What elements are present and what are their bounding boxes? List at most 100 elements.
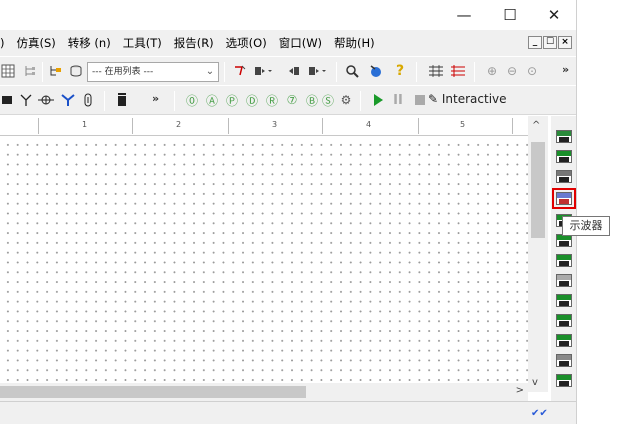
- horizontal-scrollbar[interactable]: >: [0, 383, 528, 401]
- vertical-scrollbar[interactable]: ^ v: [528, 116, 548, 392]
- magnifier-icon[interactable]: [344, 63, 360, 79]
- scroll-down-button[interactable]: v: [532, 377, 538, 388]
- pause-icon[interactable]: II: [390, 92, 406, 108]
- mdi-minimize-button[interactable]: _: [528, 36, 542, 49]
- instrument-tooltip: 示波器: [562, 216, 610, 236]
- toolbar-separator: [336, 62, 337, 82]
- grid-layout-icon[interactable]: [428, 63, 444, 79]
- menu-item-tools[interactable]: 工具(T): [117, 35, 168, 51]
- menu-item-reports[interactable]: 报告(R): [168, 35, 220, 51]
- zoom-area-icon[interactable]: ⊙: [524, 63, 540, 79]
- ladder-icon[interactable]: [80, 92, 96, 108]
- iv-analyzer-instrument[interactable]: [556, 334, 572, 347]
- ruler-tick: [228, 118, 229, 134]
- zoom-out-icon[interactable]: ⊖: [504, 63, 520, 79]
- ruler-tick: [38, 118, 39, 134]
- ruler-label: 2: [176, 120, 182, 129]
- instruments-toolbar: [551, 116, 576, 401]
- logic-converter-instrument[interactable]: [556, 314, 572, 327]
- ruler-label: 1: [82, 120, 88, 129]
- menu-item-window[interactable]: 窗口(W): [273, 35, 328, 51]
- probe-differential-icon[interactable]: Ⓓ: [244, 92, 260, 108]
- probe-ref-icon[interactable]: Ⓡ: [264, 92, 280, 108]
- erc-check-icon[interactable]: [232, 63, 248, 79]
- horizontal-ruler: 1 2 3 4 5: [0, 116, 528, 136]
- menu-item-transfer[interactable]: 转移 (n): [62, 35, 117, 51]
- menu-item-simulate[interactable]: 仿真(S): [11, 35, 62, 51]
- settings-gear-icon[interactable]: ⚙: [338, 92, 354, 108]
- probe-voltage-icon[interactable]: ⓪: [184, 92, 200, 108]
- chevron-down-icon[interactable]: ⌄: [202, 63, 218, 81]
- menu-item-options[interactable]: 选项(O): [220, 35, 273, 51]
- stop-icon[interactable]: [412, 92, 428, 108]
- distortion-analyzer-instrument[interactable]: [556, 354, 572, 367]
- title-bar: — ☐ ✕: [0, 0, 576, 30]
- ruler-label: 5: [460, 120, 466, 129]
- maximize-button[interactable]: ☐: [487, 0, 533, 30]
- ruler-label: 3: [272, 120, 278, 129]
- menu-item-partial[interactable]: ): [0, 36, 11, 50]
- desktop-edge: [576, 0, 620, 424]
- transfer-icon[interactable]: [306, 63, 328, 79]
- indicator-icon[interactable]: [0, 92, 16, 108]
- frequency-counter-instrument[interactable]: [556, 254, 572, 267]
- menu-item-help[interactable]: 帮助(H): [328, 35, 381, 51]
- close-button[interactable]: ✕: [531, 0, 577, 30]
- scroll-right-button[interactable]: >: [516, 385, 524, 396]
- probe-current-icon[interactable]: Ⓐ: [204, 92, 220, 108]
- bus-icon[interactable]: [114, 92, 130, 108]
- database-icon[interactable]: [68, 63, 84, 79]
- component-tree-icon[interactable]: [48, 63, 64, 79]
- in-use-list-combo[interactable]: --- 在用列表 --- ⌄: [87, 62, 219, 82]
- electromechanical-icon[interactable]: [38, 92, 54, 108]
- rf-icon[interactable]: [60, 92, 76, 108]
- interactive-mode-button[interactable]: ✎ Interactive: [428, 92, 507, 106]
- scroll-up-button[interactable]: ^: [532, 120, 540, 131]
- spreadsheet-icon[interactable]: [0, 63, 16, 79]
- wattmeter-instrument[interactable]: [556, 170, 572, 183]
- multimeter-instrument[interactable]: [556, 130, 572, 143]
- toolbar-separator: [42, 62, 43, 82]
- function-generator-instrument[interactable]: [556, 150, 572, 163]
- toolbar-overflow-button[interactable]: »: [562, 63, 569, 76]
- probe-power-icon[interactable]: Ⓟ: [224, 92, 240, 108]
- toolbar-separator: [360, 91, 361, 111]
- mdi-controls: _ ☐ ×: [528, 36, 572, 49]
- horizontal-scroll-thumb[interactable]: [0, 386, 306, 398]
- toolbar2-overflow-button[interactable]: »: [152, 92, 159, 105]
- forward-annotate-icon[interactable]: [286, 63, 302, 79]
- probe-digital-icon[interactable]: ⑦: [284, 92, 300, 108]
- vertical-scroll-thumb[interactable]: [531, 142, 545, 238]
- minimize-button[interactable]: —: [441, 0, 487, 30]
- app-window: — ☐ ✕ ) 仿真(S) 转移 (n) 工具(T) 报告(R) 选项(O) 窗…: [0, 0, 620, 424]
- antenna-icon[interactable]: [18, 92, 34, 108]
- toolbar-separator: [474, 62, 475, 82]
- mdi-restore-button[interactable]: ☐: [543, 36, 557, 49]
- logic-analyzer-instrument[interactable]: [556, 294, 572, 307]
- component-toolbar: » ⓪ Ⓐ Ⓟ Ⓓ Ⓡ ⑦ Ⓑ Ⓢ ⚙ II ✎ Interactive: [0, 85, 576, 115]
- ruler-tick: [322, 118, 323, 134]
- table-view-icon[interactable]: [450, 63, 466, 79]
- menu-bar: ) 仿真(S) 转移 (n) 工具(T) 报告(R) 选项(O) 窗口(W) 帮…: [0, 30, 576, 56]
- probe-scope-icon[interactable]: Ⓢ: [320, 92, 336, 108]
- back-annotate-icon[interactable]: [252, 63, 274, 79]
- word-generator-instrument[interactable]: [556, 274, 572, 287]
- toolbar-separator: [104, 91, 105, 111]
- schematic-canvas[interactable]: [0, 137, 528, 383]
- toolbar-separator: [224, 62, 225, 82]
- spectrum-analyzer-instrument[interactable]: [556, 374, 572, 387]
- probe-bus-icon[interactable]: Ⓑ: [304, 92, 320, 108]
- mdi-close-button[interactable]: ×: [558, 36, 572, 49]
- ruler-tick: [512, 118, 513, 134]
- ruler-tick: [418, 118, 419, 134]
- help-icon[interactable]: ?: [392, 63, 408, 79]
- zoom-in-icon[interactable]: ⊕: [484, 63, 500, 79]
- interactive-label: Interactive: [441, 92, 507, 106]
- status-bar: [0, 401, 576, 424]
- run-icon[interactable]: [370, 92, 386, 108]
- web-icon[interactable]: [368, 63, 384, 79]
- hierarchy-icon[interactable]: [22, 63, 38, 79]
- oscilloscope-instrument[interactable]: [552, 188, 576, 209]
- status-indicator-icon: ✔✔: [531, 408, 548, 419]
- toolbar-separator: [416, 62, 417, 82]
